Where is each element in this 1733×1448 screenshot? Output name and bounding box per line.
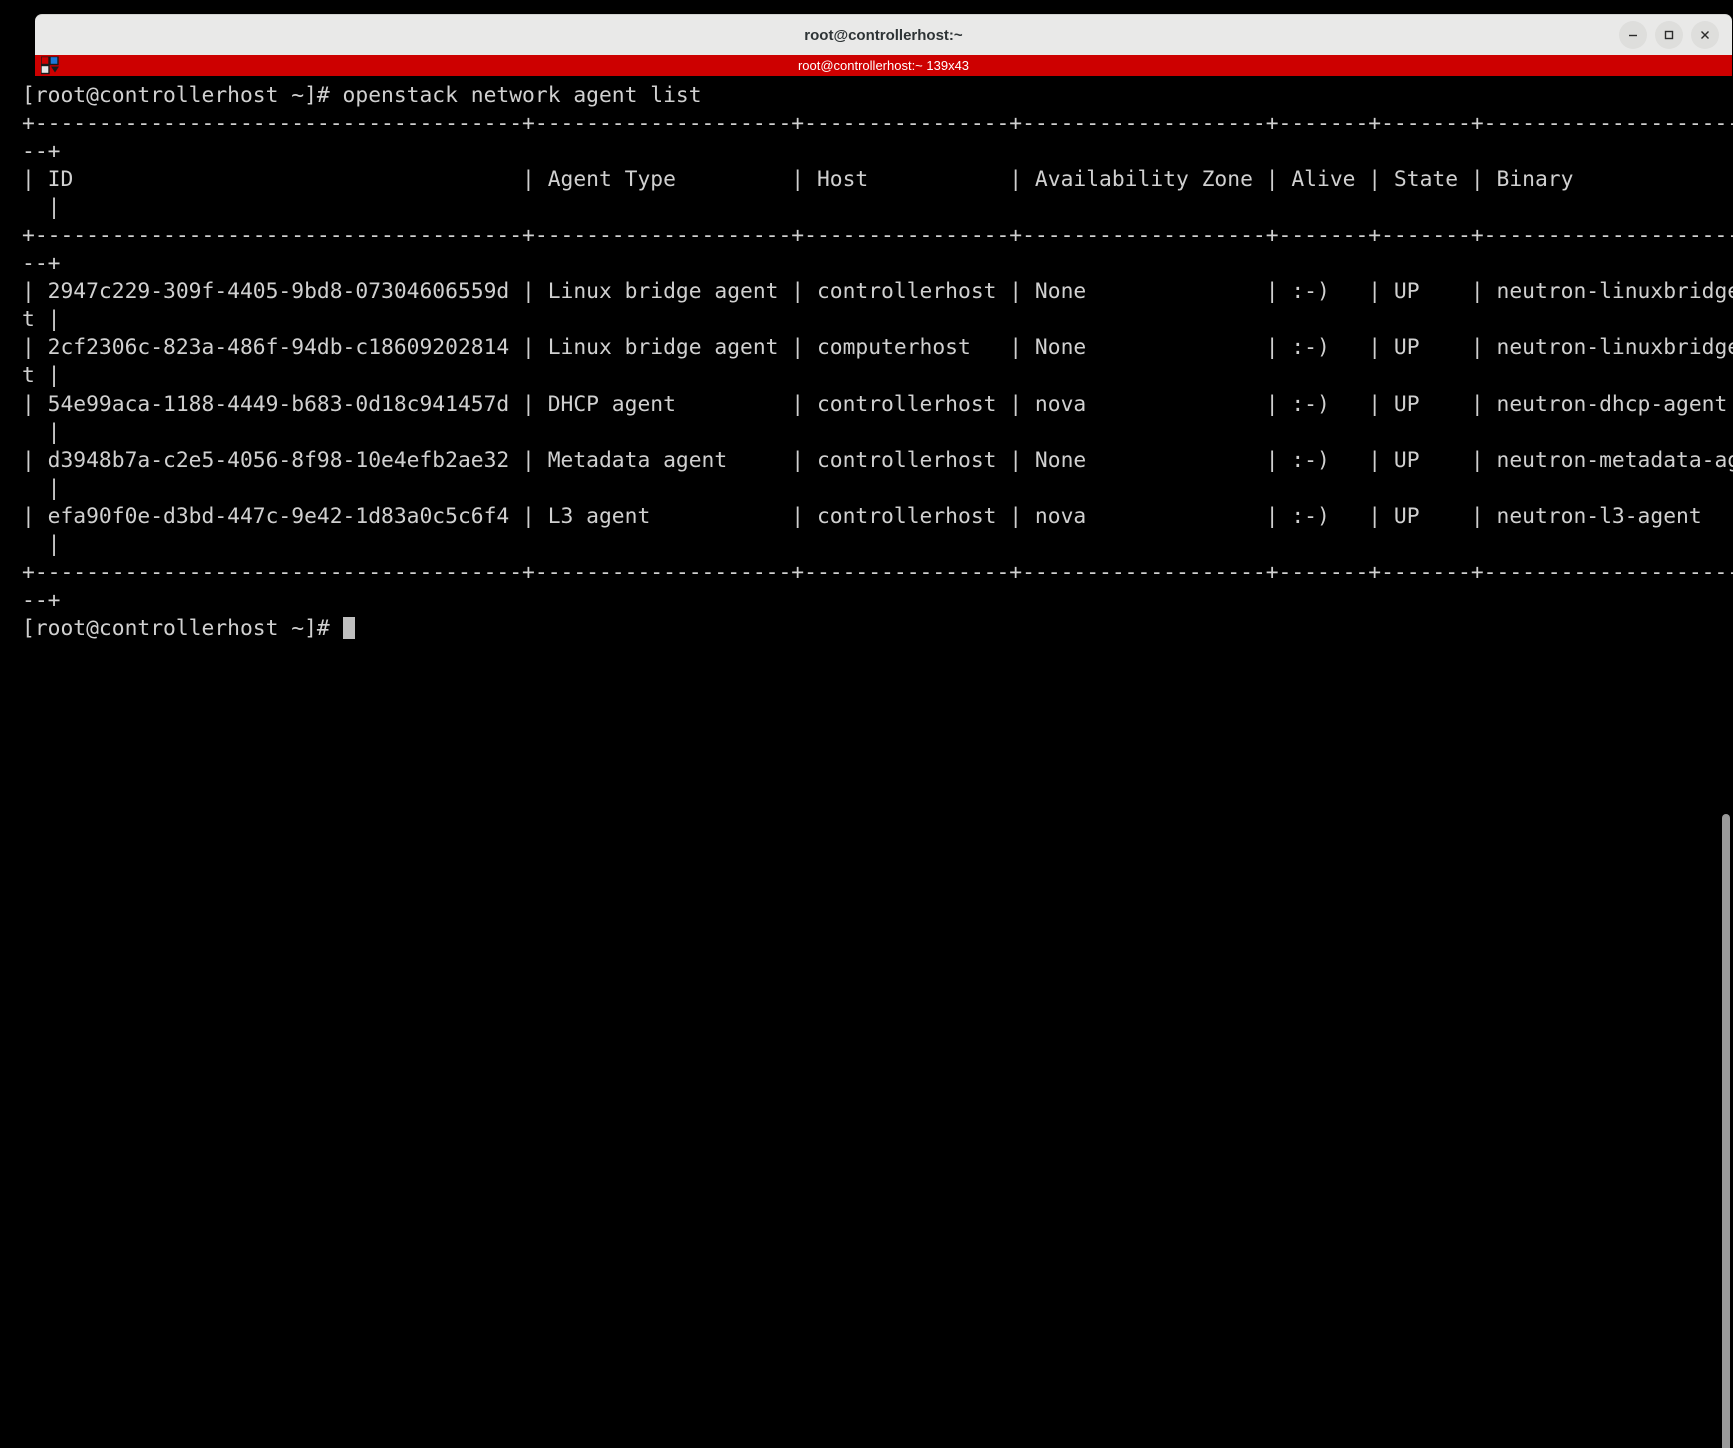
window-controls <box>1619 21 1719 49</box>
terminal-tabbar[interactable]: root@controllerhost:~ 139x43 <box>35 55 1732 76</box>
scrollbar-thumb[interactable] <box>1722 814 1730 1448</box>
terminal-tabs-icon[interactable] <box>40 55 63 75</box>
terminal-screen[interactable]: [root@controllerhost ~]# openstack netwo… <box>0 76 1733 1448</box>
terminal-scrollbar[interactable] <box>1719 76 1733 1448</box>
maximize-button[interactable] <box>1655 21 1683 49</box>
minimize-button[interactable] <box>1619 21 1647 49</box>
window-title: root@controllerhost:~ <box>804 26 963 44</box>
terminal-output: [root@controllerhost ~]# openstack netwo… <box>22 83 1733 613</box>
shell-prompt: [root@controllerhost ~]# <box>22 615 343 641</box>
maximize-icon <box>1662 28 1676 42</box>
minimize-icon <box>1626 28 1640 42</box>
window-titlebar[interactable]: root@controllerhost:~ <box>35 14 1732 55</box>
terminal-prompt-line: [root@controllerhost ~]# <box>22 615 1733 643</box>
text-cursor <box>342 616 356 639</box>
close-icon <box>1698 28 1712 42</box>
close-button[interactable] <box>1691 21 1719 49</box>
terminal-window: root@controllerhost:~ root@controllerhos… <box>0 0 1733 1448</box>
tab-title: root@controllerhost:~ 139x43 <box>797 58 970 73</box>
